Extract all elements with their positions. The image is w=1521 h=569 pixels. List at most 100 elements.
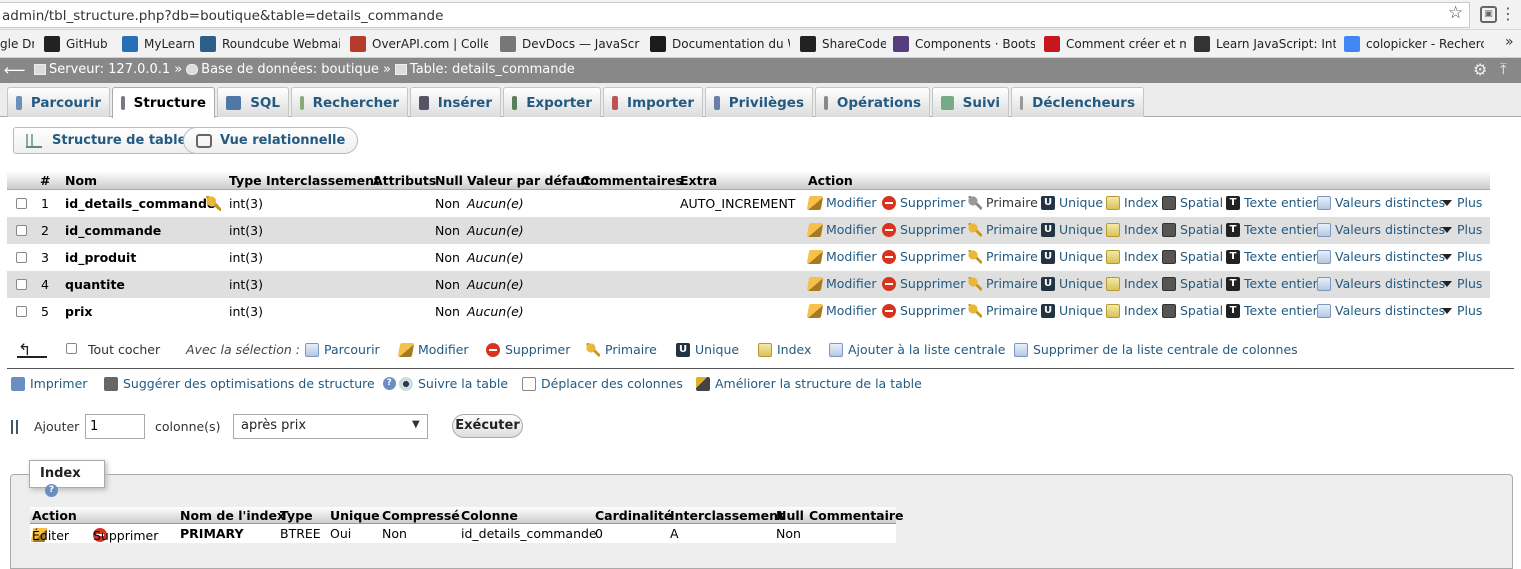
row-action-unique[interactable]: U Unique (1041, 222, 1103, 237)
tab-tracking[interactable]: Suivi (932, 87, 1009, 117)
row-action-more[interactable]: Plus (1442, 276, 1482, 291)
row-action-modify[interactable]: Modifier (806, 276, 877, 291)
back-arrow-icon[interactable]: ⟵ (4, 61, 26, 79)
row-action-primary[interactable]: Primaire (968, 276, 1038, 291)
row-action-distinct[interactable]: Valeurs distinctes (1317, 222, 1445, 237)
bookmark-item[interactable]: OverAPI.com | Collect (350, 35, 488, 53)
bulk-primary-link[interactable]: Primaire (586, 342, 657, 357)
bookmark-item[interactable]: gle Dr (0, 35, 34, 53)
structure-table-button[interactable]: Structure de table (13, 127, 200, 154)
help-icon[interactable]: ? (45, 484, 58, 497)
row-action-index[interactable]: Index (1106, 249, 1158, 264)
tab-insert[interactable]: Insérer (410, 87, 501, 117)
row-checkbox[interactable] (16, 252, 27, 263)
bookmark-item[interactable]: Components · Bootstr (893, 35, 1035, 53)
row-action-index[interactable]: Index (1106, 195, 1158, 210)
row-action-unique[interactable]: U Unique (1041, 195, 1103, 210)
row-action-primary[interactable]: Primaire (968, 249, 1038, 264)
tab-export[interactable]: Exporter (503, 87, 601, 117)
bookmarks-more-icon[interactable]: » (1505, 34, 1514, 50)
row-action-primary[interactable]: Primaire (968, 303, 1038, 318)
bookmark-star-icon[interactable]: ☆ (1448, 3, 1463, 23)
bulk-modify-link[interactable]: Modifier (397, 342, 469, 357)
breadcrumb-table[interactable]: Table: details_commande (410, 62, 575, 77)
row-action-distinct[interactable]: Valeurs distinctes (1317, 195, 1445, 210)
tab-privileges[interactable]: Privilèges (705, 87, 813, 117)
relational-view-button[interactable]: Vue relationnelle (183, 127, 359, 154)
header-name[interactable]: Nom (65, 173, 97, 188)
row-action-modify[interactable]: Modifier (806, 249, 877, 264)
row-action-delete[interactable]: Supprimer (882, 222, 965, 237)
extension-icon[interactable]: ▣ (1480, 6, 1497, 23)
help-icon[interactable]: ? (382, 377, 396, 390)
row-action-index[interactable]: Index (1106, 303, 1158, 318)
check-all-checkbox[interactable] (66, 343, 77, 354)
row-action-spatial[interactable]: Spatial (1162, 195, 1223, 210)
bulk-unique-link[interactable]: U Unique (676, 342, 739, 357)
row-action-more[interactable]: Plus (1442, 249, 1482, 264)
row-action-more[interactable]: Plus (1442, 303, 1482, 318)
breadcrumb-server[interactable]: Serveur: 127.0.0.1 (49, 62, 170, 77)
row-checkbox[interactable] (16, 198, 27, 209)
row-action-more[interactable]: Plus (1442, 222, 1482, 237)
bulk-index-link[interactable]: Index (758, 342, 811, 357)
column-position-select[interactable]: après prix (233, 414, 428, 439)
print-link[interactable]: Imprimer (11, 376, 87, 391)
bookmark-item[interactable]: DevDocs — JavaScrip (500, 35, 640, 53)
bulk-remove-central-link[interactable]: Supprimer de la liste centrale de colonn… (1014, 342, 1298, 357)
bookmark-item[interactable]: ShareCode (800, 35, 886, 53)
collapse-icon[interactable]: ⤒ (1500, 60, 1507, 78)
row-action-spatial[interactable]: Spatial (1162, 276, 1223, 291)
breadcrumb-database[interactable]: Base de données: boutique (201, 62, 379, 77)
row-checkbox[interactable] (16, 279, 27, 290)
row-action-distinct[interactable]: Valeurs distinctes (1317, 276, 1445, 291)
chevron-down-icon[interactable]: ▼ (412, 419, 420, 430)
row-action-modify[interactable]: Modifier (806, 303, 877, 318)
improve-structure-link[interactable]: Améliorer la structure de la table (696, 376, 922, 391)
suggest-optimizations-link[interactable]: Suggérer des optimisations de structure? (104, 376, 396, 391)
row-action-primary[interactable]: Primaire (968, 222, 1038, 237)
bookmark-item[interactable]: Documentation du W (650, 35, 790, 53)
bookmark-item[interactable]: colopicker - Recherch (1344, 35, 1484, 53)
row-action-delete[interactable]: Supprimer (882, 249, 965, 264)
row-action-spatial[interactable]: Spatial (1162, 303, 1223, 318)
tab-operations[interactable]: Opérations (815, 87, 930, 117)
bookmark-item[interactable]: Roundcube Webmail (200, 35, 340, 53)
row-action-distinct[interactable]: Valeurs distinctes (1317, 303, 1445, 318)
bulk-browse-link[interactable]: Parcourir (305, 342, 380, 357)
row-action-modify[interactable]: Modifier (806, 195, 877, 210)
address-text[interactable]: admin/tbl_structure.php?db=boutique&tabl… (2, 8, 443, 24)
row-action-spatial[interactable]: Spatial (1162, 249, 1223, 264)
bookmark-item[interactable]: GitHub (44, 35, 114, 53)
execute-button[interactable]: Exécuter (452, 414, 523, 438)
row-action-delete[interactable]: Supprimer (882, 195, 965, 210)
row-action-index[interactable]: Index (1106, 222, 1158, 237)
row-action-fulltext[interactable]: T Texte entier (1226, 249, 1318, 264)
move-columns-link[interactable]: Déplacer des colonnes (522, 376, 683, 391)
row-action-delete[interactable]: Supprimer (882, 303, 965, 318)
row-action-index[interactable]: Index (1106, 276, 1158, 291)
tab-triggers[interactable]: Déclencheurs (1011, 87, 1144, 117)
add-column-count-input[interactable] (85, 414, 145, 439)
bookmark-item[interactable]: Learn JavaScript: Intr (1194, 35, 1336, 53)
row-action-more[interactable]: Plus (1442, 195, 1482, 210)
row-checkbox[interactable] (16, 225, 27, 236)
row-action-fulltext[interactable]: T Texte entier (1226, 276, 1318, 291)
row-action-spatial[interactable]: Spatial (1162, 222, 1223, 237)
row-action-fulltext[interactable]: T Texte entier (1226, 303, 1318, 318)
row-action-fulltext[interactable]: T Texte entier (1226, 195, 1318, 210)
tab-structure[interactable]: Structure (112, 87, 215, 118)
check-all-label[interactable]: Tout cocher (88, 342, 160, 357)
browser-menu-icon[interactable]: ⋮ (1500, 4, 1516, 23)
row-action-distinct[interactable]: Valeurs distinctes (1317, 249, 1445, 264)
bulk-add-central-link[interactable]: Ajouter à la liste centrale (829, 342, 1005, 357)
bulk-delete-link[interactable]: Supprimer (486, 342, 570, 357)
row-checkbox[interactable] (16, 306, 27, 317)
bookmark-item[interactable]: Comment créer et ma (1044, 35, 1186, 53)
row-action-unique[interactable]: U Unique (1041, 303, 1103, 318)
bookmark-item[interactable]: MyLearn (122, 35, 194, 53)
tab-sql[interactable]: SQL (217, 87, 289, 117)
row-action-fulltext[interactable]: T Texte entier (1226, 222, 1318, 237)
track-table-link[interactable]: Suivre la table (399, 376, 508, 391)
row-action-unique[interactable]: U Unique (1041, 276, 1103, 291)
